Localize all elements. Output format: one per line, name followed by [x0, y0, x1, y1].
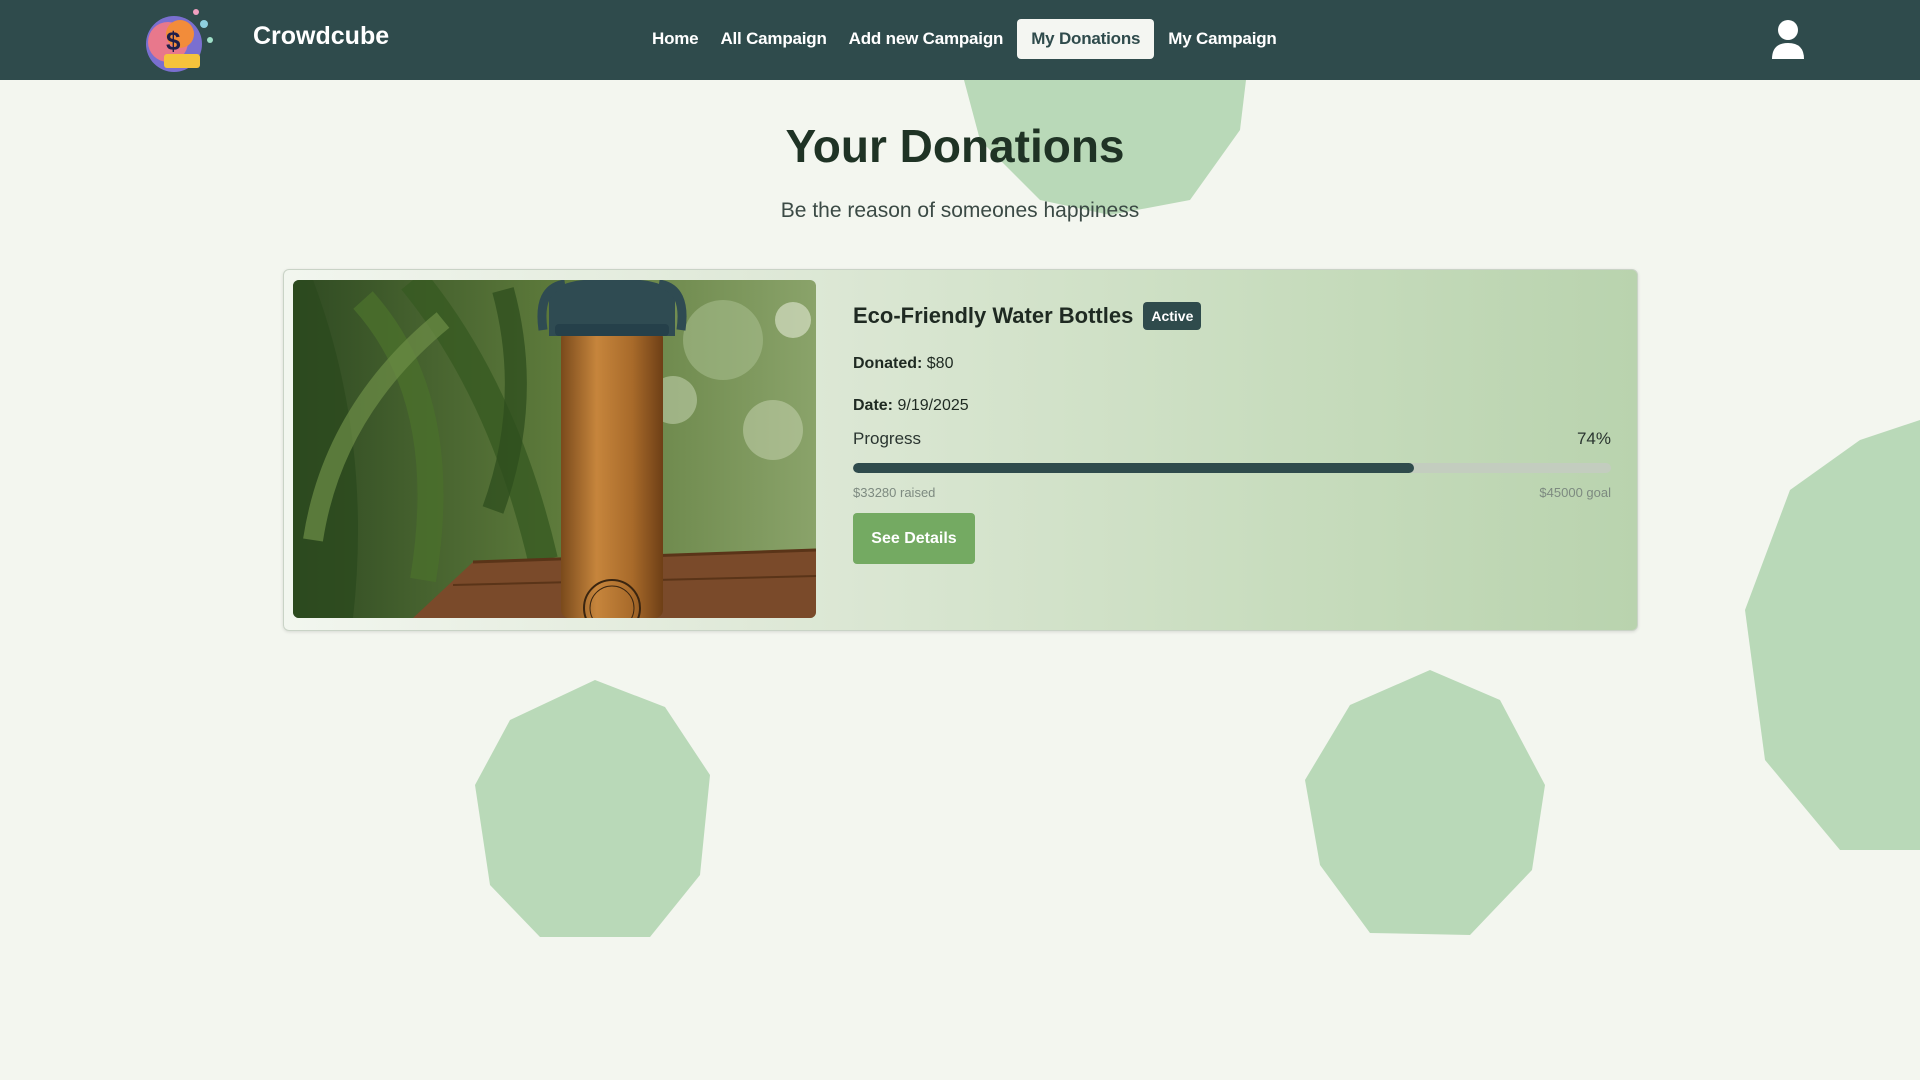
date-value: 9/19/2025: [897, 397, 969, 414]
card-title-row: Eco-Friendly Water Bottles Active: [853, 300, 1611, 332]
decorative-polygon-right: [1305, 670, 1545, 935]
donated-label: Donated:: [853, 355, 923, 372]
brand-name[interactable]: Crowdcube: [253, 22, 389, 51]
goal-amount: $45000 goal: [1539, 485, 1611, 500]
decorative-polygon-edge: [1745, 420, 1920, 850]
donation-card: Eco-Friendly Water Bottles Active Donate…: [283, 269, 1638, 631]
svg-text:$: $: [166, 26, 181, 56]
date-line: Date: 9/19/2025: [853, 397, 969, 415]
raised-amount: $33280 raised: [853, 485, 936, 500]
nav-my-campaign[interactable]: My Campaign: [1160, 19, 1284, 59]
progress-percent: 74%: [1576, 429, 1611, 448]
page-subtitle: Be the reason of someones happiness: [780, 199, 1140, 222]
nav-add-new-campaign[interactable]: Add new Campaign: [841, 19, 1012, 59]
donated-line: Donated: $80: [853, 355, 953, 373]
donated-value: $80: [926, 355, 954, 372]
top-navbar: $ Crowdcube Home All Campaign Add new Ca…: [0, 0, 1920, 80]
page: $ Crowdcube Home All Campaign Add new Ca…: [0, 0, 1920, 1080]
nav-my-donations[interactable]: My Donations: [1017, 19, 1155, 59]
campaign-title: Eco-Friendly Water Bottles: [853, 303, 1134, 328]
water-bottle-photo: [293, 280, 816, 618]
status-badge: Active: [1143, 302, 1202, 330]
nav-links: Home All Campaign Add new Campaign My Do…: [644, 18, 1285, 60]
progress-bar: [853, 463, 1611, 473]
crowdfunding-logo-icon[interactable]: $: [134, 6, 222, 74]
progress-label: Progress: [853, 429, 922, 448]
nav-all-campaign[interactable]: All Campaign: [712, 19, 834, 59]
decorative-polygon-left: [475, 680, 710, 937]
progress-bar-fill: [853, 463, 1414, 473]
donation-details: Eco-Friendly Water Bottles Active Donate…: [853, 300, 1611, 564]
nav-home[interactable]: Home: [644, 19, 706, 59]
see-details-button[interactable]: See Details: [853, 513, 975, 564]
page-title: Your Donations: [785, 120, 1125, 172]
date-label: Date:: [853, 397, 894, 414]
user-icon[interactable]: [1770, 19, 1806, 61]
